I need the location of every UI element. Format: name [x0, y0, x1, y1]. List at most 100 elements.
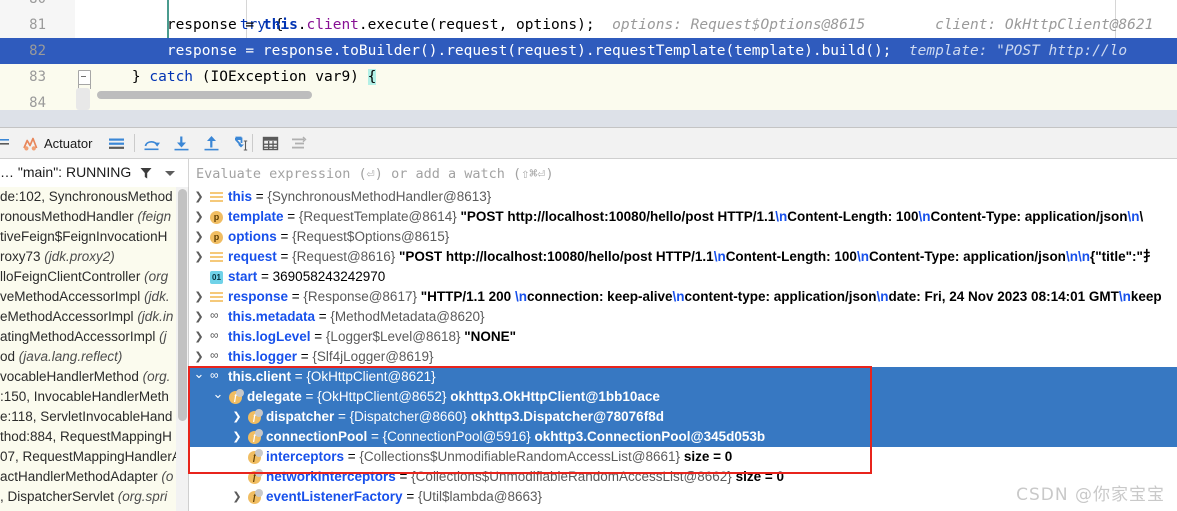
variable-row[interactable]: ❯ ∞ this.logger = {Slf4jLogger@8619} [189, 347, 1177, 367]
variable-row[interactable]: 01 start = 369058243242970 [189, 267, 1177, 287]
variable-value: "POST http://localhost:10080/hello/post … [398, 249, 1157, 264]
stack-frame-row[interactable]: od (java.lang.reflect) [0, 347, 188, 367]
step-over-icon[interactable] [142, 134, 161, 153]
variable-equals: = [252, 189, 268, 204]
stack-frame-row[interactable]: e:118, ServletInvocableHand [0, 407, 188, 427]
object-icon [210, 291, 223, 304]
debug-toolbar[interactable]: Actuator [0, 128, 1177, 159]
stack-frame-package: (org [144, 269, 169, 284]
code-line82-text: response = response.toBuilder().request(… [97, 43, 892, 59]
variable-value: "HTTP/1.1 200 \nconnection: keep-alive\n… [420, 289, 1162, 304]
variable-type: {ConnectionPool@5916} [382, 429, 531, 444]
code-line-82-current[interactable]: 82 response = response.toBuilder().reque… [0, 38, 1177, 97]
stack-frame-row[interactable]: :150, InvocableHandlerMeth [0, 387, 188, 407]
watch-icon: ∞ [210, 308, 219, 322]
stack-frame-row[interactable]: ronousMethodHandler (feign [0, 207, 188, 227]
variable-name: response [228, 289, 289, 304]
actuator-tab[interactable]: Actuator [22, 133, 92, 153]
code-line-80[interactable]: 80 try { [0, 0, 1177, 33]
object-icon [210, 191, 223, 204]
variable-name: template [228, 209, 284, 224]
code-line-81[interactable]: 81 response = this.client.execute(reques… [0, 12, 1177, 38]
variable-row[interactable]: f interceptors = {Collections$Unmodifiabl… [189, 447, 1177, 467]
variable-row[interactable]: ❯ this = {SynchronousMethodHandler@8613} [189, 187, 1177, 207]
chevron-right-icon[interactable]: ❯ [193, 347, 205, 367]
variable-row[interactable]: ❯ p template = {RequestTemplate@8614} "POS… [189, 207, 1177, 227]
stack-frame-row[interactable]: , DispatcherServlet (org.spri [0, 487, 188, 507]
step-out-icon[interactable] [202, 134, 221, 153]
chevron-right-icon[interactable]: ❯ [193, 247, 205, 267]
chevron-right-icon[interactable]: ❯ [231, 427, 243, 447]
layout-menu-icon[interactable] [107, 134, 126, 153]
variable-type: {RequestTemplate@8614} [298, 209, 457, 224]
chevron-right-icon[interactable]: ❯ [231, 407, 243, 427]
variable-value: "POST http://localhost:10080/hello/post … [460, 209, 1144, 224]
actuator-icon [23, 137, 38, 150]
stack-frame-row[interactable]: eMethodAccessorImpl (jdk.in [0, 307, 188, 327]
stack-frame-package: (o [161, 469, 174, 484]
stack-frame-row[interactable]: tiveFeign$FeignInvocationH [0, 227, 188, 247]
stack-frame-row[interactable]: 07, RequestMappingHandlerA [0, 447, 188, 467]
stack-frame-row[interactable]: vocableHandlerMethod (org. [0, 367, 188, 387]
variable-row[interactable]: ❯ ∞ this.metadata = {MethodMetadata@8620} [189, 307, 1177, 327]
stack-frame-row[interactable]: actHandlerMethodAdapter (o [0, 467, 188, 487]
stack-frame-row[interactable]: lloFeignClientController (org [0, 267, 188, 287]
chevron-down-icon[interactable] [165, 171, 175, 176]
evaluate-expression-input[interactable]: Evaluate expression (⏎) or add a watch (… [196, 164, 1156, 184]
variable-equals: = [301, 389, 318, 404]
chevron-right-icon[interactable]: ❯ [193, 287, 205, 307]
chevron-right-icon[interactable]: ❯ [231, 487, 243, 507]
line-number-81: 81 [29, 17, 46, 33]
variable-row[interactable]: ❯ ∞ this.logLevel = {Logger$Level@8618} "N… [189, 327, 1177, 347]
stack-frame-package: (org.spri [117, 489, 168, 504]
chevron-right-icon[interactable]: ❯ [193, 227, 205, 247]
variable-row[interactable]: ❯ f dispatcher = {Dispatcher@8660} okhttp3… [189, 407, 1177, 427]
code-fold-marker[interactable] [78, 70, 91, 89]
variable-name: this.client [228, 369, 292, 384]
stack-frame-row[interactable]: atingMethodAccessorImpl (j [0, 327, 188, 347]
frames-scrollbar-thumb[interactable] [178, 189, 187, 421]
stack-frame-row[interactable]: roxy73 (jdk.proxy2) [0, 247, 188, 267]
editor-horizontal-scrollbar[interactable] [97, 91, 312, 99]
call-stack-frames-panel[interactable]: de:102, SynchronousMethod ronousMethodHan… [0, 187, 188, 511]
thread-status-label[interactable]: … "main": RUNNING [0, 164, 131, 180]
console-icon[interactable] [0, 136, 10, 150]
stack-frame-row[interactable]: veMethodAccessorImpl (jdk. [0, 287, 188, 307]
variable-row[interactable]: ⌄ ∞ this.client = {OkHttpClient@8621} [189, 367, 1177, 387]
editor-vertical-scroll-thumb[interactable] [76, 88, 90, 110]
variable-type: {MethodMetadata@8620} [330, 309, 485, 324]
code-dot: . [297, 17, 307, 33]
code-editor[interactable]: 80 try { 81 response = this.client.execu… [0, 0, 1177, 110]
variables-panel[interactable]: ❯ this = {SynchronousMethodHandler@8613} ❯… [189, 187, 1177, 511]
variable-row[interactable]: ❯ response = {Response@8617} "HTTP/1.1 20… [189, 287, 1177, 307]
thread-selector-row[interactable]: … "main": RUNNING Evaluate expression (⏎… [0, 159, 1177, 188]
filter-icon[interactable] [139, 166, 153, 180]
step-into-icon[interactable] [172, 134, 191, 153]
evaluate-expression-icon[interactable] [261, 134, 280, 153]
variable-equals: = [402, 489, 418, 504]
variable-row[interactable]: ❯ f connectionPool = {ConnectionPool@5916}… [189, 427, 1177, 447]
chevron-down-icon[interactable]: ⌄ [193, 367, 205, 387]
variable-row[interactable]: ⌄ f delegate = {OkHttpClient@8652} okhttp3… [189, 387, 1177, 407]
chevron-right-icon[interactable]: ❯ [193, 327, 205, 347]
chevron-right-icon[interactable]: ❯ [193, 207, 205, 227]
chevron-right-icon[interactable]: ❯ [193, 187, 205, 207]
code-line-83[interactable]: 83 } catch (IOException var9) { [0, 64, 1177, 90]
stack-frame-package: (feign [137, 209, 172, 224]
variable-row[interactable]: ❯ request = {Request@8616} "POST http://l… [189, 247, 1177, 267]
code-line81-a: response = [166, 17, 263, 33]
chevron-right-icon[interactable]: ❯ [193, 307, 205, 327]
stack-frame-row[interactable]: de:102, SynchronousMethod [0, 187, 188, 207]
variable-text: start = 369058243242970 [228, 267, 385, 287]
stack-frame-row[interactable]: thod:884, RequestMappingH [0, 427, 188, 447]
field-icon: f [248, 489, 263, 504]
code-line81-e: .execute(request, options); [358, 17, 595, 33]
chevron-down-icon[interactable]: ⌄ [212, 387, 224, 407]
variable-type: {OkHttpClient@8621} [306, 369, 436, 384]
variable-row[interactable]: ❯ p options = {Request$Options@8615} [189, 227, 1177, 247]
run-to-cursor-icon[interactable] [232, 134, 251, 153]
thread-row-divider [188, 159, 189, 187]
variable-equals: = [283, 209, 299, 224]
settings-list-icon[interactable] [289, 134, 308, 153]
variable-type: {Collections$UnmodifiableRandomAccessLis… [411, 469, 732, 484]
